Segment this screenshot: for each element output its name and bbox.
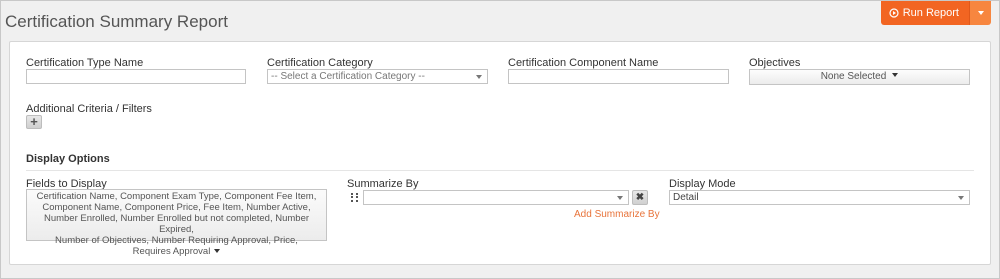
type-name-label: Certification Type Name xyxy=(26,57,144,69)
fields-line: Component Name, Component Price, Fee Ite… xyxy=(42,202,311,213)
drag-handle-icon[interactable] xyxy=(351,193,359,202)
plus-icon: + xyxy=(30,114,38,129)
run-report-group: Run Report xyxy=(880,1,991,25)
fields-line: Certification Name, Component Exam Type,… xyxy=(36,191,317,202)
caret-down-icon xyxy=(892,73,899,78)
summarize-by-label: Summarize By xyxy=(347,178,419,190)
chevron-down-icon xyxy=(617,196,623,200)
report-criteria-panel: Certification Type Name Certification Ca… xyxy=(9,41,991,265)
fields-line: Number Enrolled, Number Enrolled but not… xyxy=(43,213,310,235)
fields-line-last: Requires Approval xyxy=(27,246,326,257)
chevron-down-icon xyxy=(476,75,482,79)
add-criteria-button[interactable]: + xyxy=(26,115,42,129)
display-options-title: Display Options xyxy=(26,153,110,165)
summarize-by-select[interactable] xyxy=(363,190,629,205)
component-name-label: Certification Component Name xyxy=(508,57,659,69)
component-name-input[interactable] xyxy=(508,69,729,84)
chevron-down-icon xyxy=(958,196,964,200)
type-name-input[interactable] xyxy=(26,69,246,84)
close-icon: ✖ xyxy=(635,192,645,203)
category-select-value: -- Select a Certification Category -- xyxy=(271,71,425,82)
objectives-value: None Selected xyxy=(820,71,887,82)
display-mode-label: Display Mode xyxy=(669,178,736,190)
fields-line: Requires Approval xyxy=(132,246,211,257)
remove-summarize-button[interactable]: ✖ xyxy=(632,190,648,205)
run-report-label: Run Report xyxy=(902,7,959,19)
additional-criteria-label: Additional Criteria / Filters xyxy=(26,103,152,115)
page-title: Certification Summary Report xyxy=(5,12,228,31)
fields-line: Number of Objectives, Number Requiring A… xyxy=(55,235,298,246)
display-mode-select[interactable]: Detail xyxy=(669,190,970,205)
fields-to-display-multiselect[interactable]: Certification Name, Component Exam Type,… xyxy=(26,189,327,257)
objectives-multiselect[interactable]: None Selected xyxy=(749,69,970,85)
section-divider xyxy=(26,170,974,171)
display-mode-value: Detail xyxy=(673,192,699,203)
objectives-label: Objectives xyxy=(749,57,801,69)
caret-down-icon xyxy=(214,249,221,254)
run-report-button[interactable]: Run Report xyxy=(880,1,969,25)
add-summarize-link[interactable]: Add Summarize By xyxy=(574,209,660,220)
run-report-options-button[interactable] xyxy=(969,1,991,25)
play-circle-icon xyxy=(889,8,899,18)
caret-down-icon xyxy=(977,11,984,15)
category-label: Certification Category xyxy=(267,57,373,69)
category-select[interactable]: -- Select a Certification Category -- xyxy=(267,69,488,84)
